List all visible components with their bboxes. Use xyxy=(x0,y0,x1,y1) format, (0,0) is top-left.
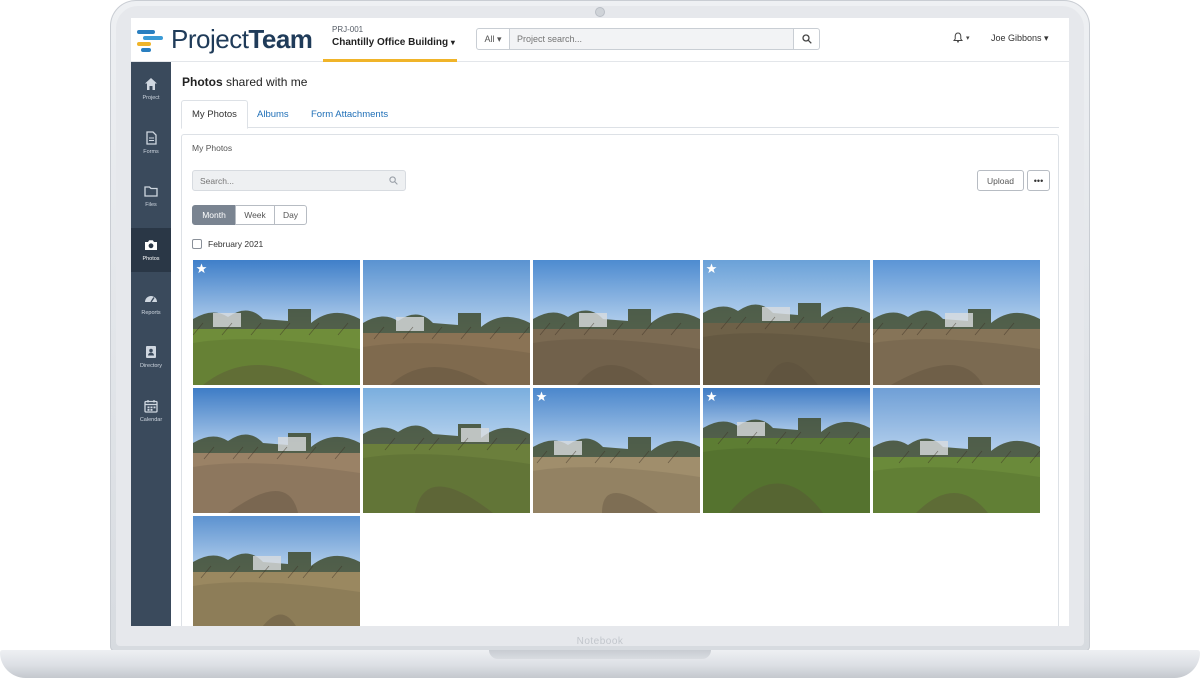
view-week-button[interactable]: Week xyxy=(235,205,275,225)
sidebar-item-label: Reports xyxy=(141,310,161,316)
panel-title: My Photos xyxy=(192,143,233,153)
select-month-checkbox[interactable] xyxy=(192,239,202,249)
photo-thumbnail[interactable] xyxy=(193,516,360,626)
project-search-input[interactable] xyxy=(510,28,794,50)
photo-image xyxy=(363,388,530,513)
webcam xyxy=(595,7,605,17)
photo-image xyxy=(193,388,360,513)
photo-image xyxy=(193,260,360,385)
logo-mark-icon xyxy=(137,28,163,52)
sidebar-item-label: Directory xyxy=(139,363,162,369)
sidebar-item-photos[interactable]: Photos xyxy=(131,228,171,272)
sidebar-item-label: Forms xyxy=(143,149,159,155)
sidebar-item-reports[interactable]: Reports xyxy=(131,282,171,326)
tab-albums[interactable]: Albums xyxy=(247,100,299,128)
sidebar-item-calendar[interactable]: Calendar xyxy=(131,389,171,433)
photo-thumbnail[interactable] xyxy=(363,388,530,513)
chevron-down-icon: ▾ xyxy=(966,34,970,42)
photo-thumbnail[interactable] xyxy=(703,260,870,385)
photo-thumbnail[interactable] xyxy=(193,260,360,385)
sidebar-item-directory[interactable]: Directory xyxy=(131,335,171,379)
more-options-button[interactable]: ••• xyxy=(1027,170,1050,191)
project-switcher[interactable]: PRJ-001 Chantilly Office Building ▾ xyxy=(323,18,457,62)
project-name: Chantilly Office Building ▾ xyxy=(332,37,455,48)
project-code: PRJ-001 xyxy=(332,25,364,34)
contact-card-icon xyxy=(146,346,156,358)
photo-thumbnail[interactable] xyxy=(193,388,360,513)
tab-form-attachments[interactable]: Form Attachments xyxy=(301,100,398,128)
view-day-button[interactable]: Day xyxy=(274,205,307,225)
photo-image xyxy=(363,260,530,385)
tab-bar: My Photos Albums Form Attachments xyxy=(181,100,1059,129)
photo-image xyxy=(533,388,700,513)
sidebar-item-label: Files xyxy=(145,202,157,208)
folder-icon xyxy=(144,186,158,197)
chevron-down-icon: ▾ xyxy=(450,38,455,47)
star-icon[interactable] xyxy=(536,391,547,402)
search-button[interactable] xyxy=(794,28,820,50)
sidebar-item-project[interactable]: Project xyxy=(131,67,171,111)
search-scope-dropdown[interactable]: All ▾ xyxy=(476,28,510,50)
photo-search-input[interactable] xyxy=(192,170,406,191)
search-icon xyxy=(389,176,398,185)
sidebar-item-label: Calendar xyxy=(139,417,163,423)
photo-image xyxy=(703,260,870,385)
star-icon[interactable] xyxy=(706,263,717,274)
photo-image xyxy=(873,388,1040,513)
bell-icon xyxy=(953,32,963,43)
photo-thumbnail[interactable] xyxy=(363,260,530,385)
sidebar: Project Forms Files Photos Reports Direc… xyxy=(131,62,171,626)
gauge-icon xyxy=(145,296,157,303)
page-title: Photos shared with me xyxy=(182,75,308,89)
photo-image xyxy=(533,260,700,385)
laptop-notch xyxy=(489,650,711,659)
view-toggle: Month Week Day xyxy=(192,205,307,225)
star-icon[interactable] xyxy=(706,391,717,402)
upload-button[interactable]: Upload xyxy=(977,170,1024,191)
calendar-icon xyxy=(144,400,158,413)
photo-thumbnail[interactable] xyxy=(533,260,700,385)
home-icon xyxy=(145,78,157,90)
main-content: Photos shared with me My Photos Albums F… xyxy=(171,62,1069,626)
photo-image xyxy=(193,516,360,626)
sidebar-item-forms[interactable]: Forms xyxy=(131,121,171,165)
tab-my-photos[interactable]: My Photos xyxy=(181,100,248,129)
logo-text: ProjectTeam xyxy=(171,24,313,54)
sidebar-item-files[interactable]: Files xyxy=(131,174,171,218)
document-icon xyxy=(146,131,157,145)
device-brand-label: Notebook xyxy=(576,636,624,647)
view-month-button[interactable]: Month xyxy=(192,205,236,225)
photo-image xyxy=(873,260,1040,385)
photo-thumbnail[interactable] xyxy=(873,260,1040,385)
app-screen: ProjectTeam PRJ-001 Chantilly Office Bui… xyxy=(131,18,1069,626)
photo-thumbnail[interactable] xyxy=(533,388,700,513)
photos-panel: My Photos Upload ••• Month Week Day Febr… xyxy=(181,134,1059,626)
user-menu[interactable]: Joe Gibbons ▾ xyxy=(991,33,1049,44)
sidebar-item-label: Photos xyxy=(142,256,160,262)
photo-thumbnail[interactable] xyxy=(703,388,870,513)
search-icon xyxy=(801,34,812,44)
photo-image xyxy=(703,388,870,513)
camera-icon xyxy=(145,240,157,250)
app-logo[interactable]: ProjectTeam xyxy=(137,24,313,55)
star-icon[interactable] xyxy=(196,263,207,274)
sidebar-item-label: Project xyxy=(142,95,160,101)
top-bar: ProjectTeam PRJ-001 Chantilly Office Bui… xyxy=(131,18,1069,62)
month-group-label: February 2021 xyxy=(208,239,264,249)
photo-thumbnail[interactable] xyxy=(873,388,1040,513)
project-search-group: All ▾ xyxy=(476,28,820,50)
notifications-menu[interactable]: ▾ xyxy=(953,32,970,43)
